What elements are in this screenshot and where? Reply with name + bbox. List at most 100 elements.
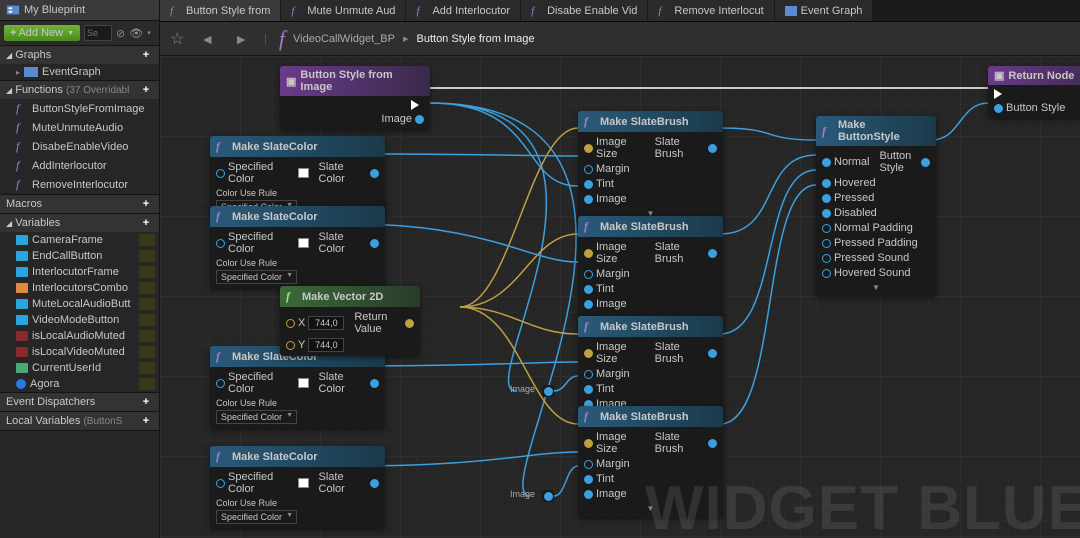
add-graph-icon[interactable]: + <box>139 49 153 61</box>
view-options-icon[interactable]: 👁 <box>129 27 143 40</box>
node-function-entry[interactable]: ▣Button Style from Image Image <box>280 66 430 129</box>
visibility-toggle[interactable] <box>139 250 155 262</box>
color-swatch[interactable] <box>298 378 309 388</box>
output-pin[interactable] <box>708 144 717 153</box>
node-make-vector2d[interactable]: fMake Vector 2D X744,0 Return Value Y744… <box>280 286 420 356</box>
tab[interactable]: Event Graph <box>775 0 873 21</box>
favorite-icon[interactable]: ☆ <box>170 29 184 49</box>
var-item[interactable]: MuteLocalAudioButt <box>0 296 159 312</box>
node-make-slatebrush[interactable]: fMake SlateBrush Image SizeSlate Brush M… <box>578 111 723 222</box>
visibility-toggle[interactable] <box>139 362 155 374</box>
visibility-toggle[interactable] <box>139 378 155 390</box>
section-macros[interactable]: Macros+ <box>0 195 159 213</box>
x-input[interactable]: 744,0 <box>308 316 344 330</box>
tab[interactable]: fMute Unmute Aud <box>281 0 405 21</box>
visibility-toggle[interactable] <box>139 234 155 246</box>
output-pin[interactable] <box>370 239 379 248</box>
tab[interactable]: fRemove Interlocut <box>648 0 773 21</box>
node-return[interactable]: ▣Return Node Button Style <box>988 66 1080 118</box>
var-item[interactable]: Agora <box>0 376 159 392</box>
input-pin[interactable] <box>584 144 593 153</box>
node-make-slatecolor[interactable]: fMake SlateColor Specified ColorSlate Co… <box>210 346 385 428</box>
exec-in-pin[interactable] <box>994 89 1007 99</box>
add-new-button[interactable]: +Add New▼ <box>4 25 80 41</box>
nav-forward[interactable]: ► <box>230 31 252 47</box>
search-clear-icon[interactable]: ⊘ <box>116 27 125 40</box>
breadcrumb-parent[interactable]: VideoCallWidget_BP <box>293 33 395 45</box>
visibility-toggle[interactable] <box>139 298 155 310</box>
output-pin[interactable] <box>708 249 717 258</box>
input-pin[interactable] <box>216 479 225 488</box>
fn-item-mute[interactable]: fMuteUnmuteAudio <box>0 118 159 137</box>
input-pin[interactable] <box>584 165 593 174</box>
color-swatch[interactable] <box>298 238 309 248</box>
input-pin[interactable] <box>584 349 593 358</box>
visibility-toggle[interactable] <box>139 314 155 326</box>
fn-item-removeinterloc[interactable]: fRemoveInterlocutor <box>0 175 159 194</box>
var-item[interactable]: isLocalAudioMuted <box>0 328 159 344</box>
fn-item-buttonstyle[interactable]: fButtonStyleFromImage <box>0 99 159 118</box>
output-pin[interactable] <box>708 349 717 358</box>
output-pin[interactable] <box>708 439 717 448</box>
var-item[interactable]: CurrentUserId <box>0 360 159 376</box>
breadcrumb[interactable]: f VideoCallWidget_BP ▸ Button Style from… <box>279 26 535 52</box>
vector-out-pin[interactable] <box>405 319 414 328</box>
input-pin[interactable] <box>584 249 593 258</box>
y-input[interactable]: 744,0 <box>308 338 344 352</box>
breadcrumb-current[interactable]: Button Style from Image <box>417 33 535 45</box>
tab[interactable]: fAdd Interlocutor <box>406 0 520 21</box>
tab[interactable]: fDisabe Enable Vid <box>521 0 647 21</box>
input-pin[interactable] <box>822 209 831 218</box>
section-functions[interactable]: ◢ Functions (37 Overridabl+ <box>0 81 159 99</box>
input-pin[interactable] <box>822 158 831 167</box>
input-pin[interactable] <box>216 379 225 388</box>
visibility-toggle[interactable] <box>139 266 155 278</box>
buttonstyle-in-pin[interactable] <box>994 104 1003 113</box>
input-pin[interactable] <box>584 180 593 189</box>
reroute-node[interactable] <box>542 385 554 397</box>
add-localvar-icon[interactable]: + <box>139 415 153 427</box>
var-item[interactable]: isLocalVideoMuted <box>0 344 159 360</box>
tab[interactable]: fButton Style from <box>160 0 280 21</box>
section-event-dispatchers[interactable]: Event Dispatchers+ <box>0 393 159 411</box>
sidebar-title-bar[interactable]: My Blueprint <box>0 0 159 21</box>
visibility-toggle[interactable] <box>139 282 155 294</box>
var-item[interactable]: InterlocutorFrame <box>0 264 159 280</box>
input-pin[interactable] <box>822 254 831 263</box>
input-pin[interactable] <box>584 460 593 469</box>
input-pin[interactable] <box>822 269 831 278</box>
enum-dropdown[interactable]: Specified Color <box>216 270 297 284</box>
graph-canvas[interactable]: ▣Button Style from Image Image ▣Return N… <box>160 56 1080 538</box>
color-swatch[interactable] <box>298 478 309 488</box>
input-pin[interactable] <box>584 475 593 484</box>
section-local-vars[interactable]: Local Variables (ButtonS+ <box>0 412 159 430</box>
image-out-pin[interactable] <box>415 115 424 124</box>
input-pin[interactable] <box>584 300 593 309</box>
input-pin[interactable] <box>584 195 593 204</box>
expand-icon[interactable]: ▼ <box>584 503 717 513</box>
add-macro-icon[interactable]: + <box>139 198 153 210</box>
var-item[interactable]: VideoModeButton <box>0 312 159 328</box>
input-pin[interactable] <box>216 239 225 248</box>
reroute-node[interactable] <box>542 490 554 502</box>
input-pin[interactable] <box>822 179 831 188</box>
graph-item-eventgraph[interactable]: ▸ EventGraph <box>0 64 159 80</box>
var-item[interactable]: EndCallButton <box>0 248 159 264</box>
node-make-slatecolor[interactable]: fMake SlateColor Specified ColorSlate Co… <box>210 446 385 528</box>
input-pin[interactable] <box>584 490 593 499</box>
fn-item-disable[interactable]: fDisabeEnableVideo <box>0 137 159 156</box>
node-make-buttonstyle[interactable]: fMake ButtonStyle NormalButton StyleHove… <box>816 116 936 296</box>
input-pin[interactable] <box>584 370 593 379</box>
visibility-toggle[interactable] <box>139 346 155 358</box>
search-input[interactable] <box>84 25 112 41</box>
output-pin[interactable] <box>921 158 930 167</box>
add-variable-icon[interactable]: + <box>139 217 153 229</box>
enum-dropdown[interactable]: Specified Color <box>216 410 297 424</box>
node-make-slatebrush[interactable]: fMake SlateBrush Image SizeSlate Brush M… <box>578 216 723 327</box>
input-pin[interactable] <box>584 285 593 294</box>
enum-dropdown[interactable]: Specified Color <box>216 510 297 524</box>
output-pin[interactable] <box>370 169 379 178</box>
expand-icon[interactable]: ▼ <box>822 282 930 292</box>
output-pin[interactable] <box>370 379 379 388</box>
visibility-toggle[interactable] <box>139 330 155 342</box>
